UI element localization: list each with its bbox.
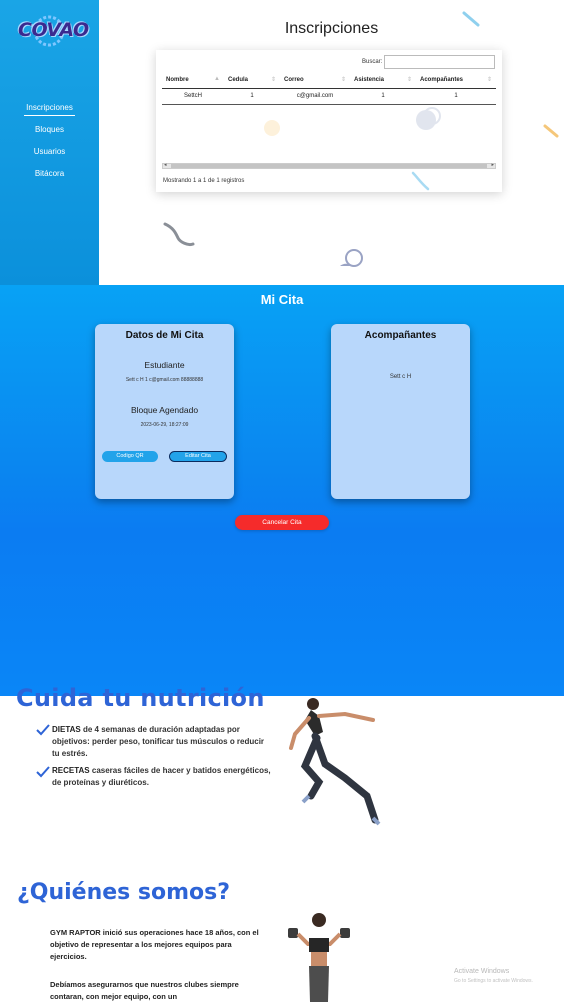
logo[interactable]: COVAO	[18, 14, 89, 48]
activate-windows-watermark: Activate Windows	[454, 968, 510, 975]
sidebar-item-label: Bloques	[35, 125, 64, 134]
circle-decoration-icon	[264, 120, 280, 136]
cancelar-cita-button[interactable]: Cancelar Cita	[235, 515, 329, 530]
runner-image	[289, 698, 381, 826]
sort-icon: ⇕	[340, 77, 346, 83]
estudiante-value: Sett c H 1 c@gmail.com 88888888	[125, 377, 204, 383]
nutricion-title: Cuida tu nutrición	[16, 684, 265, 712]
weightlifter-image	[288, 913, 350, 1002]
sort-icon: ⇕	[406, 77, 412, 83]
column-label: Acompañantes	[420, 76, 464, 83]
scrollbar-thumb[interactable]	[171, 164, 487, 168]
codigo-qr-button[interactable]: Codigo QR	[102, 451, 158, 462]
column-label: Cedula	[228, 76, 249, 83]
page: COVAO Inscripciones Bloques Usuarios Bit…	[0, 0, 564, 1002]
admin-panel: COVAO Inscripciones Bloques Usuarios Bit…	[0, 0, 564, 285]
feature-keyword: RECETAS	[52, 766, 90, 775]
squiggle-decoration-icon	[163, 222, 195, 246]
quienes-title: ¿Quiénes somos?	[17, 880, 231, 905]
acompanantes-card: Acompañantes Sett c H	[331, 324, 470, 499]
cell-acompanantes: 1	[416, 88, 496, 105]
inscripciones-table-card: Buscar: Nombre ▲ Cedula ⇕ Correo ⇕ Asistenc…	[156, 50, 502, 192]
search-label: Buscar:	[362, 59, 383, 65]
cell-asistencia: 1	[350, 88, 416, 105]
sort-asc-icon: ▲	[214, 76, 220, 82]
table-info: Mostrando 1 a 1 de 1 registros	[163, 178, 245, 184]
squiggle-decoration-icon	[411, 171, 430, 191]
scroll-left-icon[interactable]: ◂	[164, 162, 167, 168]
mi-cita-panel: Mi Cita Datos de Mi Cita Estudiante Sett…	[0, 285, 564, 696]
check-icon	[36, 724, 50, 736]
feature-item: DIETAS de 4 semanas de duración adaptada…	[52, 724, 272, 760]
table-header-row: Nombre ▲ Cedula ⇕ Correo ⇕ Asistencia ⇕ Acom…	[162, 72, 496, 89]
column-header-cedula[interactable]: Cedula ⇕	[224, 72, 280, 89]
datos-cita-card: Datos de Mi Cita Estudiante Sett c H 1 c…	[95, 324, 234, 499]
sidebar-item-bitacora[interactable]: Bitácora	[0, 167, 99, 189]
sidebar-item-bloques[interactable]: Bloques	[0, 123, 99, 145]
sidebar-item-inscripciones[interactable]: Inscripciones	[0, 101, 99, 123]
confetti-decoration-icon	[462, 11, 480, 27]
cita-title: Mi Cita	[260, 292, 304, 307]
sort-icon: ⇕	[486, 77, 492, 83]
activate-windows-subtext: Go to Settings to activate Windows.	[454, 978, 533, 984]
sidebar-item-label: Inscripciones	[24, 103, 75, 116]
sidebar-item-usuarios[interactable]: Usuarios	[0, 145, 99, 167]
column-header-acompanantes[interactable]: Acompañantes ⇕	[416, 72, 496, 89]
editar-cita-button[interactable]: Editar Cita	[169, 451, 227, 462]
cell-nombre: SettcH	[162, 88, 224, 105]
bloque-label: Bloque Agendado	[130, 405, 199, 415]
acompanante-value: Sett c H	[389, 374, 412, 380]
check-icon	[36, 766, 50, 778]
inscripciones-table: Nombre ▲ Cedula ⇕ Correo ⇕ Asistencia ⇕ Acom…	[162, 72, 496, 105]
column-label: Asistencia	[354, 76, 385, 83]
feature-text: de 4 semanas de duración adaptadas por o…	[52, 725, 265, 758]
quienes-paragraph: GYM RAPTOR inició sus operaciones hace 1…	[50, 928, 259, 961]
sidebar: COVAO Inscripciones Bloques Usuarios Bit…	[0, 0, 99, 285]
sidebar-nav: Inscripciones Bloques Usuarios Bitácora	[0, 101, 99, 189]
card-heading: Datos de Mi Cita	[125, 330, 204, 341]
column-header-asistencia[interactable]: Asistencia ⇕	[350, 72, 416, 89]
column-header-nombre[interactable]: Nombre ▲	[162, 72, 224, 89]
confetti-decoration-icon	[543, 124, 559, 138]
horizontal-scrollbar[interactable]: ◂ ▸	[162, 162, 496, 169]
column-label: Nombre	[166, 76, 189, 83]
column-label: Correo	[284, 76, 304, 83]
cell-cedula: 1	[224, 88, 280, 105]
card-heading: Acompañantes	[364, 330, 437, 341]
sort-icon: ⇕	[270, 77, 276, 83]
column-header-correo[interactable]: Correo ⇕	[280, 72, 350, 89]
feature-keyword: DIETAS	[52, 725, 81, 734]
page-title: Inscripciones	[284, 20, 379, 37]
logo-text: COVAO	[18, 19, 89, 41]
cell-correo: c@gmail.com	[280, 88, 350, 105]
quienes-paragraph: Debíamos asegurarnos que nuestros clubes…	[50, 980, 239, 1001]
circle-decoration-icon	[416, 107, 441, 130]
bloque-value: 2023-06-29, 18:27:09	[140, 422, 189, 428]
sidebar-item-label: Usuarios	[33, 147, 66, 156]
search-input[interactable]	[384, 55, 495, 69]
sidebar-item-label: Bitácora	[34, 169, 65, 178]
feature-item: RECETAS caseras fáciles de hacer y batid…	[52, 765, 272, 789]
estudiante-label: Estudiante	[144, 360, 185, 370]
table-row[interactable]: SettcH 1 c@gmail.com 1 1	[162, 88, 496, 105]
scroll-right-icon[interactable]: ▸	[491, 162, 494, 168]
circle-decoration-icon	[340, 249, 363, 267]
